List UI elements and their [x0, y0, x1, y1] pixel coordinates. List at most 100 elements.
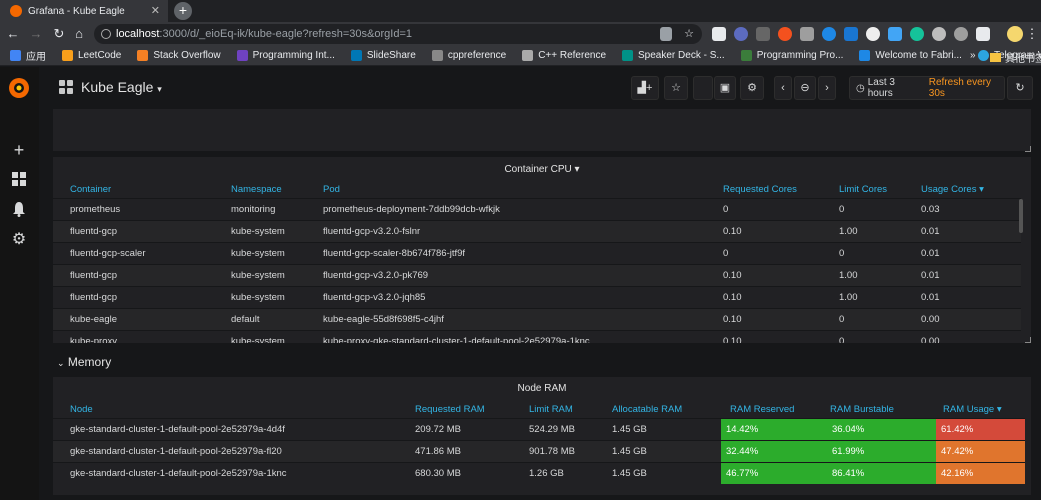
panel-title-container-cpu[interactable]: Container CPU ▾	[53, 164, 1031, 175]
folder-icon	[990, 53, 1001, 62]
speakerdeck-icon	[622, 50, 634, 61]
grafana-logo-icon[interactable]	[7, 76, 31, 100]
bookmark-item[interactable]: Speaker Deck - S...	[622, 50, 725, 61]
column-header-sorted[interactable]: Usage Cores ▾	[921, 181, 1021, 198]
extension-icon[interactable]	[734, 27, 748, 41]
extension-icon[interactable]	[866, 27, 880, 41]
scrollbar-thumb[interactable]	[1019, 199, 1023, 233]
table-cell: 524.29 MB	[529, 417, 612, 440]
column-header[interactable]: Namespace	[231, 181, 323, 198]
panel-title-text: Container CPU	[504, 164, 572, 175]
bookmark-label: Welcome to Fabri...	[875, 50, 962, 61]
caret-down-icon: ▾	[574, 164, 580, 175]
star-button[interactable]: ☆	[664, 76, 688, 100]
plus-icon[interactable]: +	[10, 141, 28, 159]
extension-icon[interactable]	[954, 27, 968, 41]
bookmark-item[interactable]: SlideShare	[350, 50, 416, 61]
table-cell: prometheus-deployment-7ddb99dcb-wfkjk	[323, 197, 723, 220]
reload-icon[interactable]: ↻	[50, 25, 68, 43]
close-tab-icon[interactable]: ✕	[151, 4, 160, 17]
chevron-down-icon: ⌄	[57, 358, 65, 368]
column-header[interactable]: Requested Cores	[723, 181, 839, 198]
extension-icon[interactable]	[888, 27, 902, 41]
panel-title-node-ram[interactable]: Node RAM	[53, 383, 1031, 394]
profile-avatar[interactable]	[1007, 26, 1023, 42]
bookmark-item[interactable]: Stack Overflow	[137, 50, 221, 61]
new-tab-button[interactable]: +	[174, 2, 192, 20]
table-cell: fluentd-gcp	[53, 263, 231, 286]
refresh-button[interactable]: ↻	[1007, 76, 1033, 100]
table-row: kube-eagle default kube-eagle-55d8f698f5-c…	[53, 307, 1021, 330]
home-icon[interactable]: ⌂	[70, 25, 88, 43]
column-header-sorted[interactable]: RAM Usage ▾	[936, 401, 1025, 418]
time-back-button[interactable]: ‹	[774, 76, 792, 100]
back-icon[interactable]: ←	[4, 25, 22, 43]
address-bar[interactable]: localhost:3000/d/_eioEq-ik/kube-eagle?re…	[94, 24, 702, 44]
extension-icon[interactable]	[756, 27, 770, 41]
tab-title: Grafana - Kube Eagle	[28, 5, 125, 17]
bookmark-star-icon[interactable]: ☆	[684, 27, 694, 40]
panel-resize-handle[interactable]	[1025, 337, 1031, 343]
forward-icon[interactable]: →	[27, 25, 45, 43]
extension-icon[interactable]	[844, 27, 858, 41]
gear-icon: ⚙	[747, 82, 757, 94]
slideshare-icon	[350, 50, 362, 61]
table-cell: fluentd-gcp	[53, 219, 231, 242]
column-header[interactable]: RAM Burstable	[827, 401, 936, 418]
gear-icon[interactable]: ⚙	[10, 231, 28, 249]
browser-tab[interactable]: Grafana - Kube Eagle ✕	[0, 0, 168, 22]
bookmark-item[interactable]: Programming Int...	[236, 50, 335, 61]
column-header[interactable]: Node	[53, 401, 415, 418]
column-header[interactable]: Container	[53, 181, 231, 198]
grammarly-icon[interactable]	[910, 27, 924, 41]
extension-shield-icon[interactable]	[712, 27, 726, 41]
column-header[interactable]: Limit Cores	[839, 181, 921, 198]
table-cell: kube-system	[231, 285, 323, 308]
time-forward-button[interactable]: ›	[818, 76, 836, 100]
bookmark-item[interactable]: LeetCode	[62, 50, 121, 61]
grafana-sidemenu: + ⚙	[0, 67, 39, 500]
bell-icon[interactable]	[10, 201, 28, 219]
bookmarks-overflow-button[interactable]: »	[970, 50, 976, 61]
save-button[interactable]: ▣	[714, 76, 736, 100]
dashboard-navbar: Kube Eagle ▾ ▟+ ☆ ▣ ⚙ ‹ ⊖ › ◷ Last 3 hou…	[39, 67, 1041, 109]
bookmark-item[interactable]: cppreference	[431, 50, 506, 61]
extension-icon[interactable]	[778, 27, 792, 41]
panel-resize-handle[interactable]	[1025, 146, 1031, 152]
table-row: gke-standard-cluster-1-default-pool-2e52…	[53, 461, 1025, 484]
column-header[interactable]: Limit RAM	[529, 401, 612, 418]
dashboards-icon[interactable]	[10, 171, 28, 189]
time-range-label: Last 3 hours	[867, 77, 895, 99]
bookmark-label: Speaker Deck - S...	[638, 50, 725, 61]
settings-button[interactable]: ⚙	[740, 76, 764, 100]
share-button[interactable]	[693, 76, 713, 100]
clock-icon: ◷	[856, 82, 865, 94]
caret-down-icon: ▾	[157, 84, 162, 94]
refresh-interval-label: Refresh every 30s	[928, 77, 992, 99]
dashboard-title[interactable]: Kube Eagle ▾	[81, 79, 162, 95]
extension-icon[interactable]	[800, 27, 814, 41]
add-panel-button[interactable]: ▟+	[631, 76, 659, 100]
column-header[interactable]: Pod	[323, 181, 723, 198]
extension-icon[interactable]	[932, 27, 946, 41]
bookmark-item[interactable]: 应用	[10, 48, 46, 63]
bookmark-item[interactable]: Welcome to Fabri...	[859, 50, 962, 61]
translate-icon[interactable]	[660, 27, 672, 41]
cppreference-icon	[431, 50, 443, 61]
time-picker[interactable]: ◷ Last 3 hours Refresh every 30s	[849, 76, 1005, 100]
browser-menu-icon[interactable]: ⋮	[1025, 25, 1039, 43]
column-header[interactable]: Allocatable RAM	[612, 401, 721, 418]
other-bookmarks-folder[interactable]: 其他书签	[990, 50, 1041, 65]
row-header-memory[interactable]: ⌄ Memory	[57, 355, 111, 369]
zoom-out-button[interactable]: ⊖	[794, 76, 816, 100]
column-header[interactable]: Requested RAM	[415, 401, 529, 418]
table-cell: fluentd-gcp-v3.2.0-pk769	[323, 263, 723, 286]
extension-icon[interactable]	[822, 27, 836, 41]
bookmark-item[interactable]: Programming Pro...	[740, 50, 843, 61]
site-info-icon[interactable]	[101, 29, 111, 39]
column-header[interactable]: RAM Reserved	[721, 401, 827, 418]
bookmark-item[interactable]: C++ Reference	[522, 50, 606, 61]
table-cell: monitoring	[231, 197, 323, 220]
container-cpu-rows: prometheus monitoring prometheus-deploymen…	[53, 197, 1021, 343]
extension-icon[interactable]	[976, 27, 990, 41]
